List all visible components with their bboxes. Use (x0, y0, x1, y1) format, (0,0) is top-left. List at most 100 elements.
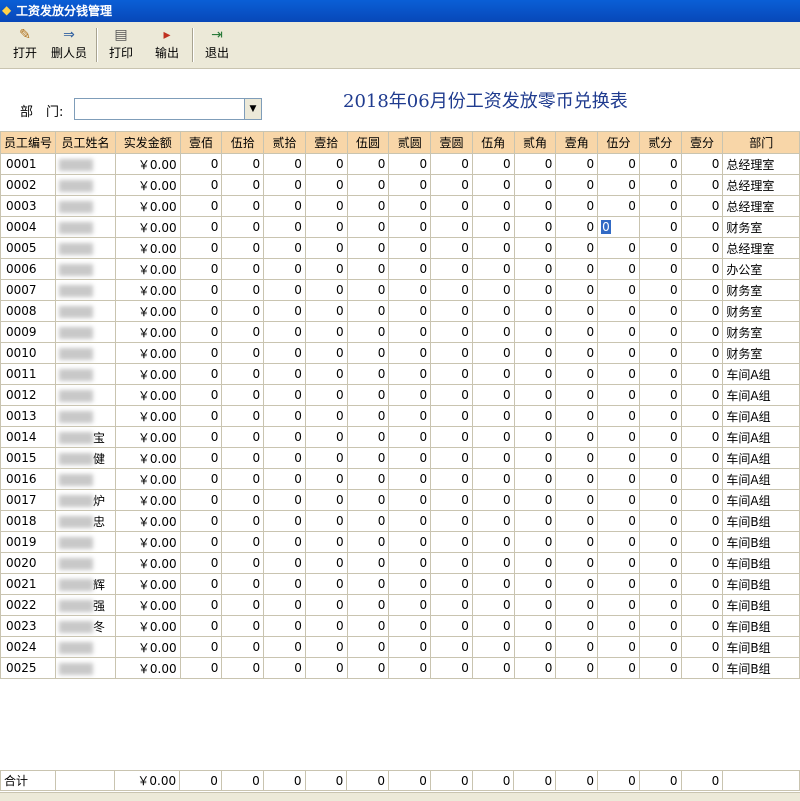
denomination-cell[interactable]: 0 (597, 300, 640, 322)
employee-name-cell[interactable]: 辉 (55, 573, 116, 595)
denomination-cell[interactable]: 0 (346, 405, 390, 427)
denomination-cell[interactable]: 0 (346, 237, 390, 259)
amount-cell[interactable]: ￥0.00 (114, 321, 181, 343)
denomination-cell[interactable]: 0 (555, 300, 599, 322)
denomination-cell[interactable]: 0 (179, 636, 223, 658)
denomination-cell[interactable]: 0 (388, 405, 432, 427)
denomination-cell[interactable]: 0 (388, 174, 432, 196)
denomination-cell[interactable]: 0 (221, 342, 265, 364)
denomination-cell[interactable]: 0 (597, 405, 640, 427)
denomination-cell[interactable]: 0 (388, 237, 432, 259)
department-cell[interactable]: 总经理室 (722, 237, 800, 259)
table-row[interactable]: 0023 冬 ￥0.00 0 0 0 0 0 0 0 0 0 0 0 0 0 车间B组 (0, 615, 800, 637)
denomination-cell[interactable]: 0 (597, 615, 640, 637)
denomination-cell[interactable]: 0 (388, 216, 432, 238)
denomination-cell[interactable]: 0 (179, 237, 223, 259)
chevron-down-icon[interactable]: ▼ (244, 99, 261, 119)
employee-name-cell[interactable]: 炉 (55, 489, 116, 511)
table-row[interactable]: 0007 ￥0.00 0 0 0 0 0 0 0 0 0 0 0 0 0 财务室 (0, 279, 800, 301)
denomination-cell[interactable]: 0 (346, 342, 390, 364)
denomination-cell[interactable]: 0 (513, 258, 557, 280)
denomination-cell[interactable]: 0 (513, 153, 557, 175)
column-header[interactable]: 伍角 (471, 131, 515, 154)
denomination-cell[interactable]: 0 (304, 447, 348, 469)
amount-cell[interactable]: ￥0.00 (114, 258, 181, 280)
department-cell[interactable]: 车间B组 (722, 615, 800, 637)
denomination-cell[interactable]: 0 (179, 426, 223, 448)
denomination-cell[interactable]: 0 (597, 636, 640, 658)
table-row[interactable]: 0019 ￥0.00 0 0 0 0 0 0 0 0 0 0 0 0 0 车间B组 (0, 531, 800, 553)
denomination-cell[interactable]: 0 (346, 153, 390, 175)
denomination-cell[interactable]: 0 (388, 573, 432, 595)
employee-id-cell[interactable]: 0010 (0, 342, 57, 364)
denomination-cell[interactable]: 0 (388, 489, 432, 511)
column-header[interactable]: 部门 (722, 131, 800, 154)
denomination-cell[interactable]: 0 (430, 489, 473, 511)
denomination-cell[interactable]: 0 (555, 153, 599, 175)
denomination-cell[interactable]: 0 (263, 216, 306, 238)
employee-id-cell[interactable]: 0004 (0, 216, 57, 238)
denomination-cell[interactable]: 0 (221, 573, 265, 595)
denomination-cell[interactable]: 0 (263, 657, 306, 679)
amount-cell[interactable]: ￥0.00 (114, 615, 181, 637)
denomination-cell[interactable]: 0 (680, 426, 724, 448)
denomination-cell[interactable]: 0 (680, 615, 724, 637)
table-row[interactable]: 0024 ￥0.00 0 0 0 0 0 0 0 0 0 0 0 0 0 车间B组 (0, 636, 800, 658)
denomination-cell[interactable]: 0 (179, 573, 223, 595)
denomination-cell[interactable]: 0 (513, 279, 557, 301)
table-row[interactable]: 0009 ￥0.00 0 0 0 0 0 0 0 0 0 0 0 0 0 财务室 (0, 321, 800, 343)
denomination-cell[interactable]: 0 (430, 636, 473, 658)
denomination-cell[interactable]: 0 (179, 447, 223, 469)
denomination-cell[interactable]: 0 (346, 573, 390, 595)
amount-cell[interactable]: ￥0.00 (114, 300, 181, 322)
amount-cell[interactable]: ￥0.00 (114, 489, 181, 511)
denomination-cell[interactable]: 0 (430, 426, 473, 448)
denomination-cell[interactable]: 0 (638, 258, 682, 280)
denomination-cell[interactable]: 0 (680, 447, 724, 469)
denomination-cell[interactable]: 0 (680, 510, 724, 532)
employee-name-cell[interactable] (55, 237, 116, 259)
denomination-cell[interactable]: 0 (263, 258, 306, 280)
denomination-cell[interactable]: 0 (555, 615, 599, 637)
employee-name-cell[interactable] (55, 174, 116, 196)
amount-cell[interactable]: ￥0.00 (114, 468, 181, 490)
table-row[interactable]: 0010 ￥0.00 0 0 0 0 0 0 0 0 0 0 0 0 0 财务室 (0, 342, 800, 364)
denomination-cell[interactable]: 0 (430, 195, 473, 217)
denomination-cell[interactable]: 0 (388, 321, 432, 343)
employee-name-cell[interactable] (55, 321, 116, 343)
department-cell[interactable]: 车间B组 (722, 531, 800, 553)
denomination-cell[interactable]: 0 (304, 573, 348, 595)
denomination-cell[interactable]: 0 (263, 510, 306, 532)
denomination-cell[interactable]: 0 (555, 321, 599, 343)
employee-id-cell[interactable]: 0021 (0, 573, 57, 595)
denomination-cell[interactable]: 0 (263, 615, 306, 637)
denomination-cell[interactable]: 0 (680, 594, 724, 616)
denomination-cell[interactable]: 0 (471, 216, 515, 238)
denomination-cell[interactable]: 0 (179, 594, 223, 616)
denomination-cell[interactable]: 0 (388, 426, 432, 448)
denomination-cell[interactable]: 0 (221, 174, 265, 196)
employee-id-cell[interactable]: 0013 (0, 405, 57, 427)
table-row[interactable]: 0025 ￥0.00 0 0 0 0 0 0 0 0 0 0 0 0 0 车间B组 (0, 657, 800, 679)
department-cell[interactable]: 车间A组 (722, 363, 800, 385)
denomination-cell[interactable]: 0 (263, 174, 306, 196)
column-header[interactable]: 贰分 (638, 131, 682, 154)
column-header[interactable]: 实发金额 (114, 131, 181, 154)
denomination-cell[interactable]: 0 (471, 300, 515, 322)
amount-cell[interactable]: ￥0.00 (114, 216, 181, 238)
employee-id-cell[interactable]: 0019 (0, 531, 57, 553)
denomination-cell[interactable]: 0 (638, 321, 682, 343)
denomination-cell[interactable]: 0 (388, 153, 432, 175)
amount-cell[interactable]: ￥0.00 (114, 279, 181, 301)
employee-id-cell[interactable]: 0017 (0, 489, 57, 511)
denomination-cell[interactable]: 0 (346, 594, 390, 616)
denomination-cell[interactable]: 0 (346, 468, 390, 490)
denomination-cell[interactable]: 0 (263, 300, 306, 322)
delete-person-button[interactable]: ⇒ 删人员 (48, 26, 90, 66)
denomination-cell[interactable]: 0 (513, 321, 557, 343)
denomination-cell[interactable]: 0 (680, 405, 724, 427)
denomination-cell[interactable]: 0 (597, 279, 640, 301)
denomination-cell[interactable]: 0 (555, 594, 599, 616)
denomination-cell[interactable]: 0 (471, 489, 515, 511)
denomination-cell[interactable]: 0 (680, 552, 724, 574)
